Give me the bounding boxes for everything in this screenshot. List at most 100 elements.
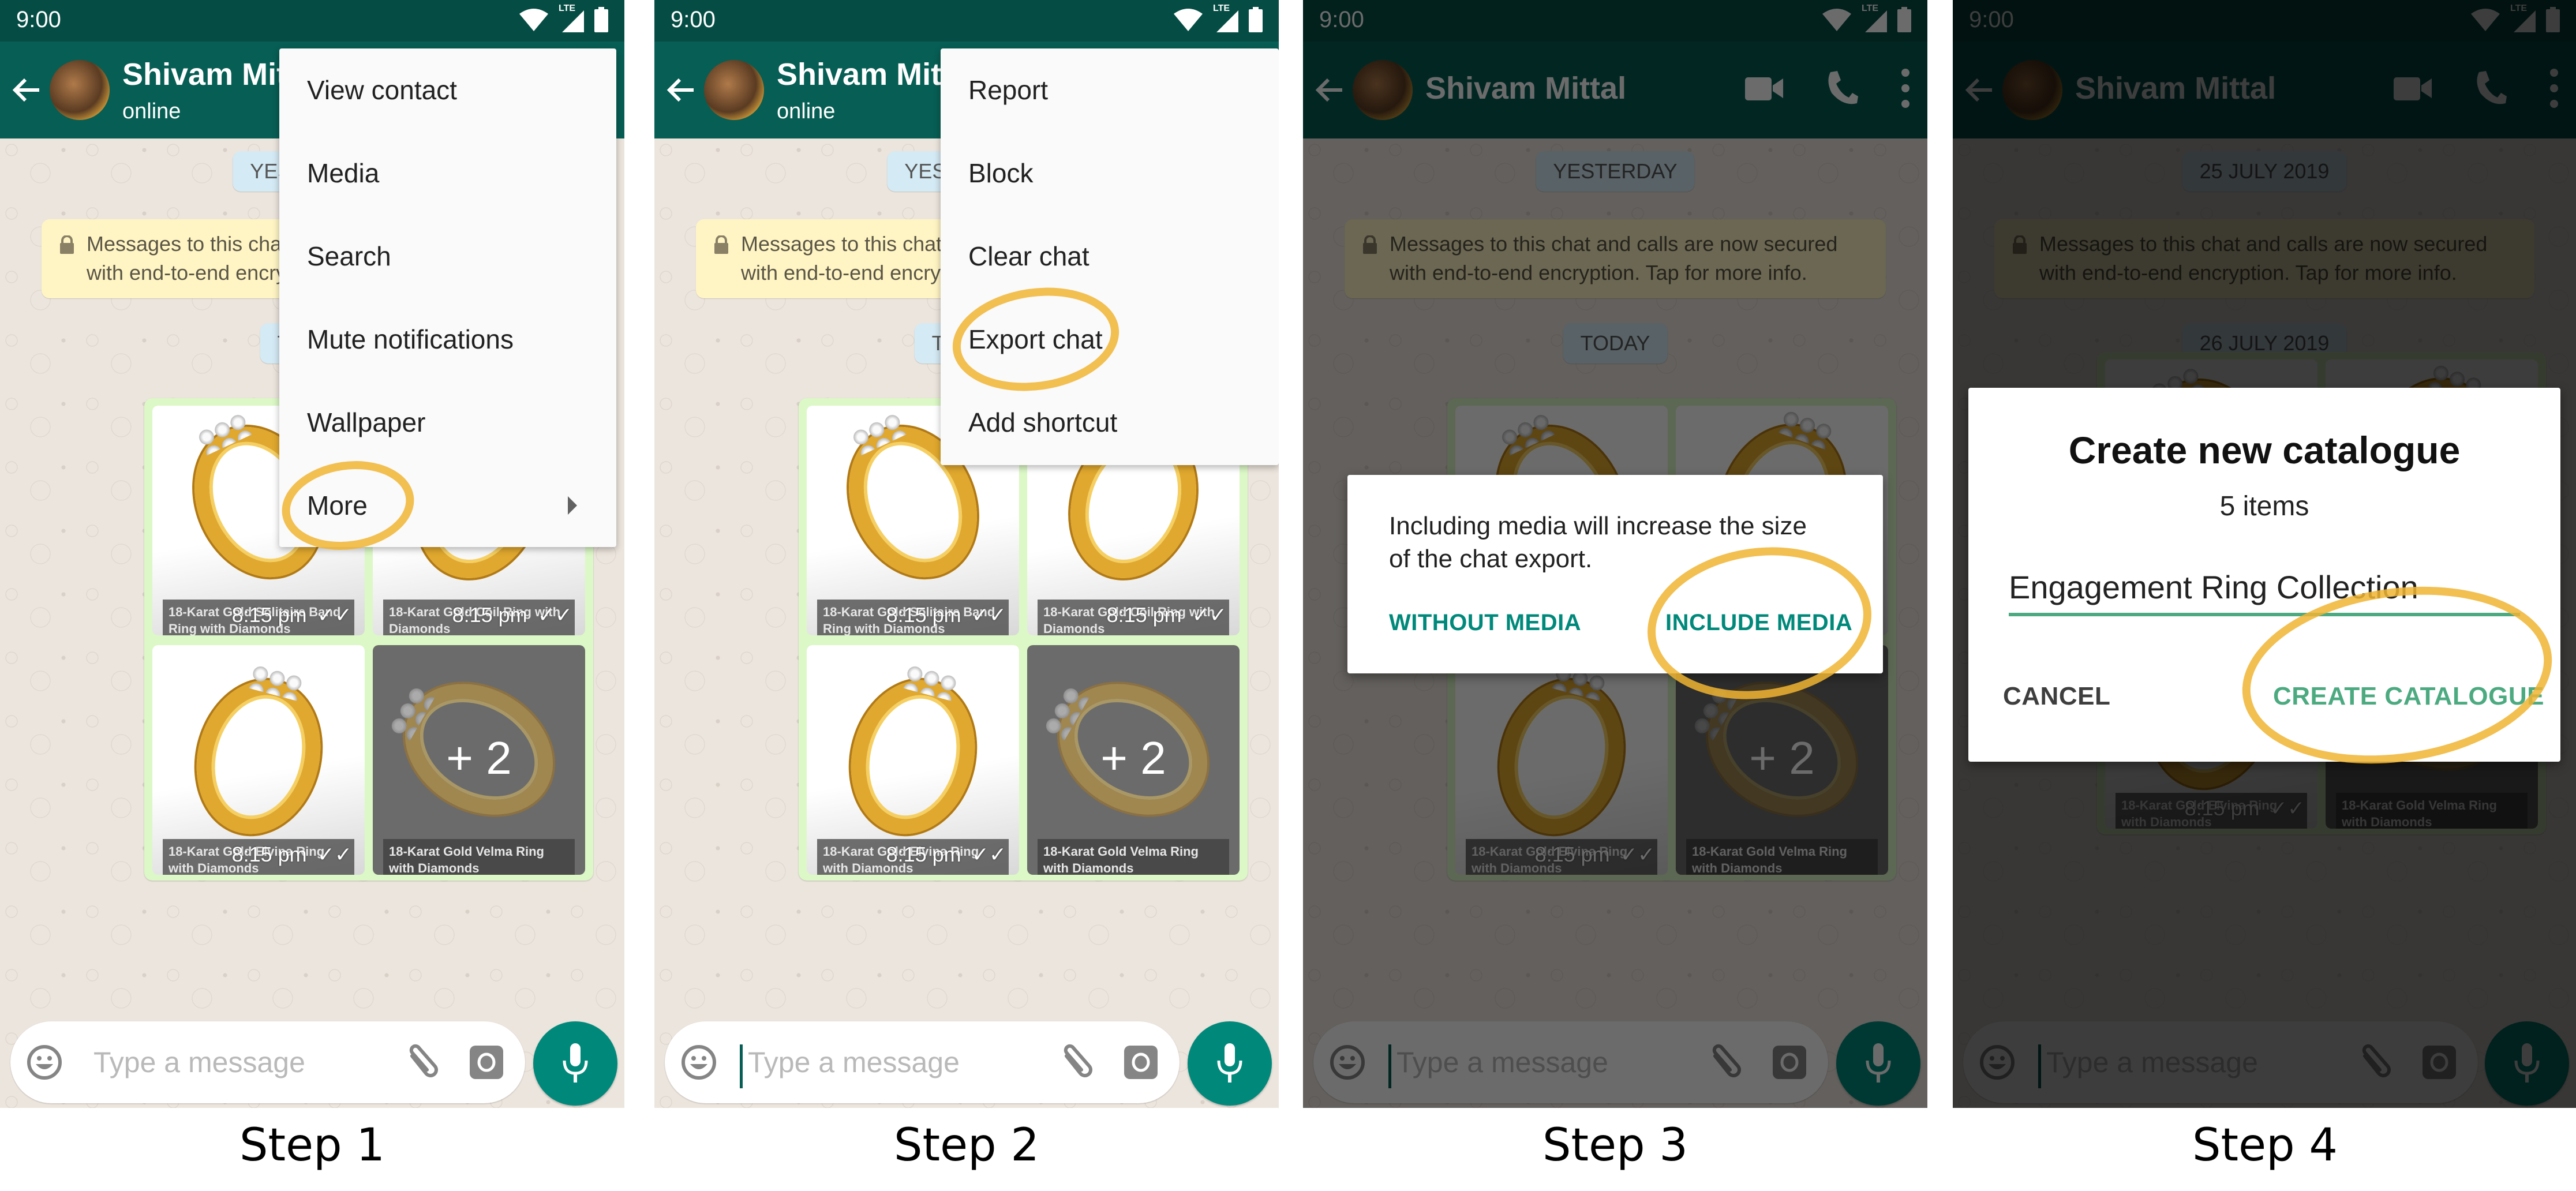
dialog-title: Create new catalogue [2068,429,2461,471]
lock-icon [60,235,74,254]
menu-item-label: More [307,490,368,520]
status-time: 9:00 [671,7,716,32]
media-thumbnail[interactable]: 18-Karat Gold Elvina Ring with Diamonds … [807,645,1019,875]
message-time: 8:15 pm [231,842,307,866]
battery-icon [1249,7,1263,32]
overflow-submenu: Report Block Clear chat Export chat Add … [941,48,1279,465]
media-caption: 18-Karat Gold Velma Ring with Diamonds [1038,839,1229,875]
cancel-button[interactable]: CANCEL [2003,682,2110,711]
menu-item-label: Media [307,158,380,188]
without-media-button[interactable]: WITHOUT MEDIA [1389,610,1581,636]
contact-avatar[interactable] [704,60,764,120]
wifi-icon [519,9,548,31]
contact-avatar[interactable] [50,60,110,120]
attach-icon[interactable] [405,1043,440,1081]
menu-item-label: Search [307,241,391,271]
double-check-icon: ✓✓ [971,603,1006,627]
battery-icon [594,7,608,32]
status-time: 9:00 [16,7,61,32]
export-media-dialog: Including media will increase the size o… [1347,475,1883,673]
menu-item-label: Add shortcut [968,407,1118,437]
back-arrow-icon[interactable] [665,74,697,106]
message-composer[interactable]: Type a message [10,1021,525,1103]
menu-item-label: Wallpaper [307,407,426,437]
more-media-count: + 2 [446,732,512,784]
menu-item-export-chat[interactable]: Export chat [968,298,1261,381]
catalogue-name-input[interactable] [2009,561,2520,616]
message-input[interactable]: Type a message [748,1046,960,1079]
cellular-icon: LTE [559,3,584,32]
step-4-screen: 9:00 LTE Shivam Mittal 25 JULY 2019 Mess… [1953,0,2576,1108]
menu-item-view-contact[interactable]: View contact [307,48,599,132]
step-label: Step 2 [893,1119,1039,1171]
media-thumbnail-more[interactable]: + 2 18-Karat Gold Velma Ring with Diamon… [1027,645,1240,875]
step-label: Step 3 [1542,1119,1688,1171]
menu-item-label: Report [968,75,1049,105]
media-album[interactable]: 18-Karat Gold Solitaire Band Ring with D… [799,398,1248,881]
microphone-icon [563,1043,588,1083]
emoji-icon[interactable] [27,1044,62,1080]
camera-icon[interactable] [470,1046,503,1079]
menu-item-label: Block [968,158,1034,188]
menu-item-label: View contact [307,75,457,105]
create-catalogue-button[interactable]: CREATE CATALOGUE [2273,682,2544,711]
create-catalogue-dialog: Create new catalogue 5 items CANCEL CREA… [1968,388,2560,762]
lock-icon [714,235,728,254]
network-type-label: LTE [1213,3,1230,13]
emoji-icon[interactable] [681,1044,717,1080]
message-time: 8:15 pm [231,603,307,627]
step-label: Step 4 [2192,1119,2338,1171]
menu-item-clear-chat[interactable]: Clear chat [968,215,1261,298]
include-media-button[interactable]: INCLUDE MEDIA [1665,610,1852,636]
cellular-icon: LTE [1213,3,1238,32]
message-input[interactable]: Type a message [93,1046,305,1079]
double-check-icon: ✓✓ [537,603,572,627]
attach-icon[interactable] [1059,1043,1094,1081]
voice-message-button[interactable] [1188,1021,1272,1106]
menu-item-media[interactable]: Media [307,132,599,215]
status-bar: 9:00 LTE [654,0,1279,42]
menu-item-mute-notifications[interactable]: Mute notifications [307,298,599,381]
message-time: 8:15 pm [1106,603,1182,627]
menu-item-block[interactable]: Block [968,132,1261,215]
network-type-label: LTE [559,3,576,13]
overflow-menu: View contact Media Search Mute notificat… [279,48,616,547]
contact-status: online [777,99,836,123]
dialog-subtitle: 5 items [2219,491,2309,522]
ring-image [834,666,992,848]
media-thumbnail[interactable]: 18-Karat Gold Elvina Ring with Diamonds … [152,645,365,875]
message-time: 8:15 pm [886,603,961,627]
menu-item-wallpaper[interactable]: Wallpaper [307,381,599,464]
message-composer[interactable]: Type a message [665,1021,1180,1103]
menu-item-label: Mute notifications [307,324,514,354]
ring-image [179,666,338,848]
step-1-screen: 9:00 LTE Shivam Mittal online YESTERDAY … [0,0,624,1108]
contact-status: online [122,99,181,123]
more-media-count: + 2 [1100,732,1166,784]
double-check-icon: ✓✓ [1192,603,1227,627]
step-2-screen: 9:00 LTE Shivam Mittal online YESTERDAY … [654,0,1279,1108]
microphone-icon [1217,1043,1242,1083]
menu-item-report[interactable]: Report [968,48,1261,132]
menu-item-more[interactable]: More [307,464,599,547]
menu-item-search[interactable]: Search [307,215,599,298]
media-thumbnail-more[interactable]: + 2 18-Karat Gold Velma Ring with Diamon… [373,645,585,875]
dialog-message: Including media will increase the size o… [1389,512,1807,574]
voice-message-button[interactable] [533,1021,617,1106]
double-check-icon: ✓✓ [317,842,352,866]
menu-item-add-shortcut[interactable]: Add shortcut [968,381,1261,464]
step-label: Step 1 [239,1119,385,1171]
text-cursor [740,1044,743,1088]
status-bar: 9:00 LTE [0,0,624,42]
message-time: 8:15 pm [886,842,961,866]
menu-item-label: Clear chat [968,241,1089,271]
double-check-icon: ✓✓ [971,842,1006,866]
media-caption: 18-Karat Gold Velma Ring with Diamonds [383,839,575,875]
submenu-arrow-icon [568,496,577,515]
step-3-screen: 9:00 LTE Shivam Mittal YESTERDAY Message… [1303,0,1927,1108]
message-time: 8:15 pm [452,603,527,627]
double-check-icon: ✓✓ [317,603,352,627]
menu-item-label: Export chat [968,324,1103,354]
camera-icon[interactable] [1124,1046,1158,1079]
back-arrow-icon[interactable] [10,74,43,106]
